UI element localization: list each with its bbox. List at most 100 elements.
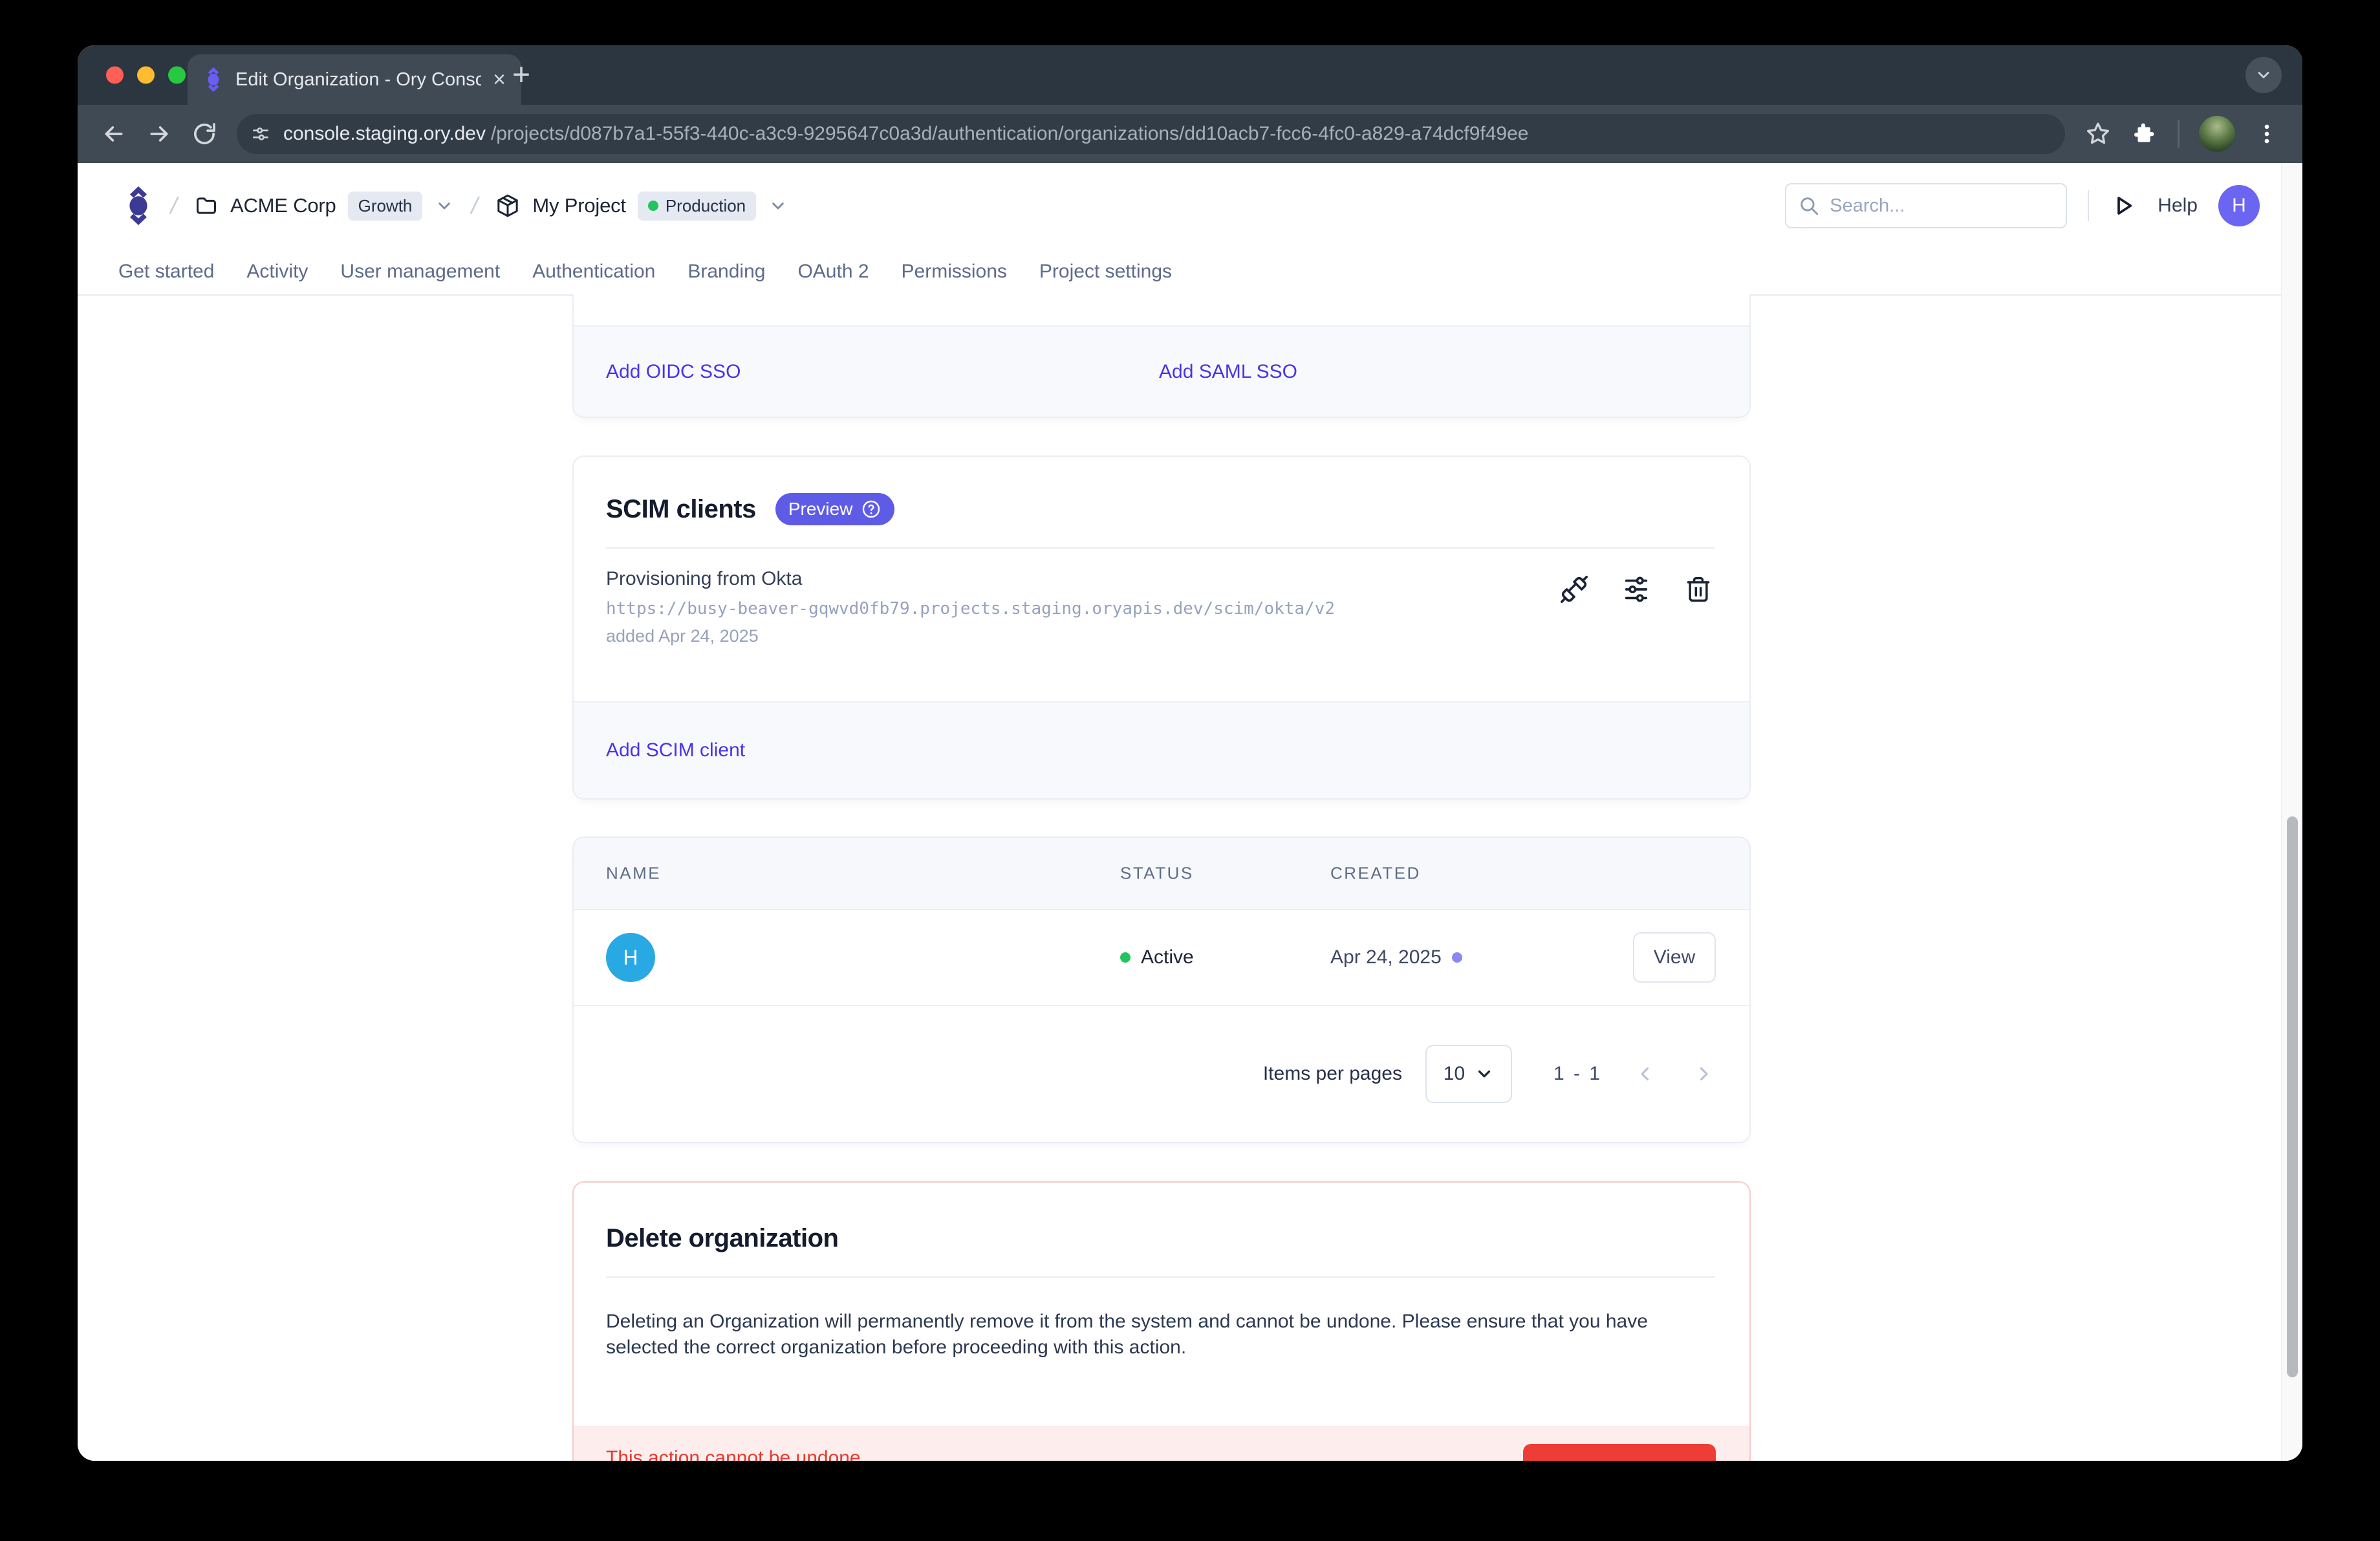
delete-card-header: Delete organization xyxy=(574,1183,1749,1253)
search-icon xyxy=(1798,195,1820,217)
ory-logo[interactable] xyxy=(123,186,154,226)
test-connection-button[interactable] xyxy=(1559,574,1589,604)
scim-client-name: Provisioning from Okta xyxy=(606,568,1717,590)
configure-client-button[interactable] xyxy=(1621,574,1651,604)
delete-card-title: Delete organization xyxy=(606,1224,838,1252)
search-input[interactable]: Search... xyxy=(1785,183,2067,228)
add-oidc-sso-link[interactable]: Add OIDC SSO xyxy=(606,361,741,383)
search-placeholder: Search... xyxy=(1830,195,1905,217)
scim-client-url: https://busy-beaver-gqwvd0fb79.projects.… xyxy=(606,599,1717,618)
extensions-puzzle-icon[interactable] xyxy=(2131,120,2158,148)
delete-organization-card: Delete organization Deleting an Organiza… xyxy=(572,1181,1751,1461)
chevron-down-icon xyxy=(768,195,788,216)
reload-button[interactable] xyxy=(191,121,217,147)
user-avatar[interactable]: H xyxy=(2218,185,2260,226)
delete-client-button[interactable] xyxy=(1683,574,1713,604)
nav-project-settings[interactable]: Project settings xyxy=(1039,261,1172,283)
nav-get-started[interactable]: Get started xyxy=(118,261,214,283)
new-tab-button[interactable]: + xyxy=(512,58,530,93)
table-pagination: Items per pages 10 1 - 1 xyxy=(574,1006,1749,1142)
column-status: STATUS xyxy=(1120,864,1194,884)
browser-tab-strip: Edit Organization - Ory Console × + xyxy=(78,45,2302,105)
workspace-switcher[interactable]: ACME Corp Growth xyxy=(194,191,455,221)
column-created: CREATED xyxy=(1330,864,1421,884)
project-env-label: Production xyxy=(665,196,746,216)
preview-badge[interactable]: Preview xyxy=(775,493,895,525)
scim-client-row: Provisioning from Okta https://busy-beav… xyxy=(574,549,1749,646)
ory-console-page: / ACME Corp Growth / My Project Producti… xyxy=(78,163,2302,1461)
scim-client-actions xyxy=(1559,574,1713,604)
nav-branding[interactable]: Branding xyxy=(687,261,765,283)
header-right: Search... Help H xyxy=(1785,183,2260,228)
tab-title: Edit Organization - Ory Console xyxy=(235,69,481,91)
project-nav: Get started Activity User management Aut… xyxy=(78,248,2302,296)
nav-oauth2[interactable]: OAuth 2 xyxy=(797,261,869,283)
row-status-label: Active xyxy=(1141,946,1194,968)
chevron-down-icon xyxy=(2255,66,2273,84)
items-per-page-value: 10 xyxy=(1444,1063,1465,1085)
browser-menu-kebab-icon[interactable] xyxy=(2255,122,2279,146)
run-playground-button[interactable] xyxy=(2110,192,2137,219)
help-link[interactable]: Help xyxy=(2158,195,2198,217)
add-scim-client-link[interactable]: Add SCIM client xyxy=(606,739,745,761)
folder-icon xyxy=(194,193,219,218)
row-created: Apr 24, 2025 xyxy=(1330,946,1462,968)
trash-icon xyxy=(1684,575,1713,604)
table-row: H Active Apr 24, 2025 View xyxy=(574,910,1749,1006)
header-divider xyxy=(2088,190,2089,221)
back-button[interactable] xyxy=(101,121,127,147)
breadcrumb-separator: / xyxy=(168,192,180,219)
organization-table-card: NAME STATUS CREATED H Active Apr 24, 202… xyxy=(572,836,1751,1143)
nav-permissions[interactable]: Permissions xyxy=(902,261,1007,283)
bookmark-star-icon[interactable] xyxy=(2084,120,2112,148)
site-settings-icon[interactable] xyxy=(243,116,278,151)
delete-organization-button[interactable]: Delete organization xyxy=(1523,1444,1716,1461)
project-name: My Project xyxy=(532,194,625,217)
toolbar-divider xyxy=(2178,120,2180,148)
maximize-window-button[interactable] xyxy=(168,67,186,84)
row-created-date: Apr 24, 2025 xyxy=(1330,946,1442,968)
project-switcher[interactable]: My Project Production xyxy=(495,191,788,221)
nav-user-management[interactable]: User management xyxy=(340,261,500,283)
row-status: Active xyxy=(1120,946,1194,968)
sliders-icon xyxy=(1621,574,1651,604)
ory-favicon xyxy=(203,67,224,92)
minimize-window-button[interactable] xyxy=(137,67,155,84)
scrollbar-thumb[interactable] xyxy=(2287,816,2298,1377)
browser-tab[interactable]: Edit Organization - Ory Console × xyxy=(188,54,521,105)
delete-warning-text: This action cannot be undone. xyxy=(606,1444,866,1461)
workspace-plan-badge: Growth xyxy=(348,191,423,221)
pagination-range: 1 - 1 xyxy=(1553,1063,1602,1085)
address-bar[interactable]: console.staging.ory.dev/projects/d087b7a… xyxy=(237,114,2065,154)
tab-close-icon[interactable]: × xyxy=(493,69,506,91)
column-name: NAME xyxy=(606,864,661,884)
add-saml-sso-link[interactable]: Add SAML SSO xyxy=(1159,361,1297,383)
close-window-button[interactable] xyxy=(106,67,124,84)
workspace-name: ACME Corp xyxy=(230,194,336,217)
items-per-page-select[interactable]: 10 xyxy=(1425,1045,1512,1103)
view-button[interactable]: View xyxy=(1633,932,1716,983)
scim-clients-card: SCIM clients Preview Provisioning from O… xyxy=(572,455,1751,800)
breadcrumb-separator: / xyxy=(469,192,481,219)
production-status-dot xyxy=(648,201,658,211)
previous-page-icon[interactable] xyxy=(1634,1063,1656,1085)
table-header: NAME STATUS CREATED xyxy=(574,838,1749,910)
package-icon xyxy=(495,193,521,219)
nav-activity[interactable]: Activity xyxy=(246,261,308,283)
forward-button[interactable] xyxy=(146,121,172,147)
sso-card-footer: Add OIDC SSO Add SAML SSO xyxy=(574,325,1749,417)
row-avatar: H xyxy=(606,933,655,982)
next-page-icon[interactable] xyxy=(1693,1063,1715,1085)
browser-profile-avatar[interactable] xyxy=(2199,116,2235,152)
scim-card-footer: Add SCIM client xyxy=(574,701,1749,798)
scrollbar-track[interactable] xyxy=(2281,163,2302,1461)
help-circle-icon xyxy=(861,499,882,519)
plug-icon xyxy=(1559,574,1589,604)
nav-authentication[interactable]: Authentication xyxy=(532,261,655,283)
sso-card: Add OIDC SSO Add SAML SSO xyxy=(572,294,1751,418)
scim-card-title: SCIM clients xyxy=(606,495,756,524)
active-status-dot xyxy=(1120,952,1130,963)
scim-card-header: SCIM clients Preview xyxy=(574,457,1749,525)
window-controls xyxy=(106,67,186,84)
tab-search-button[interactable] xyxy=(2245,57,2282,93)
